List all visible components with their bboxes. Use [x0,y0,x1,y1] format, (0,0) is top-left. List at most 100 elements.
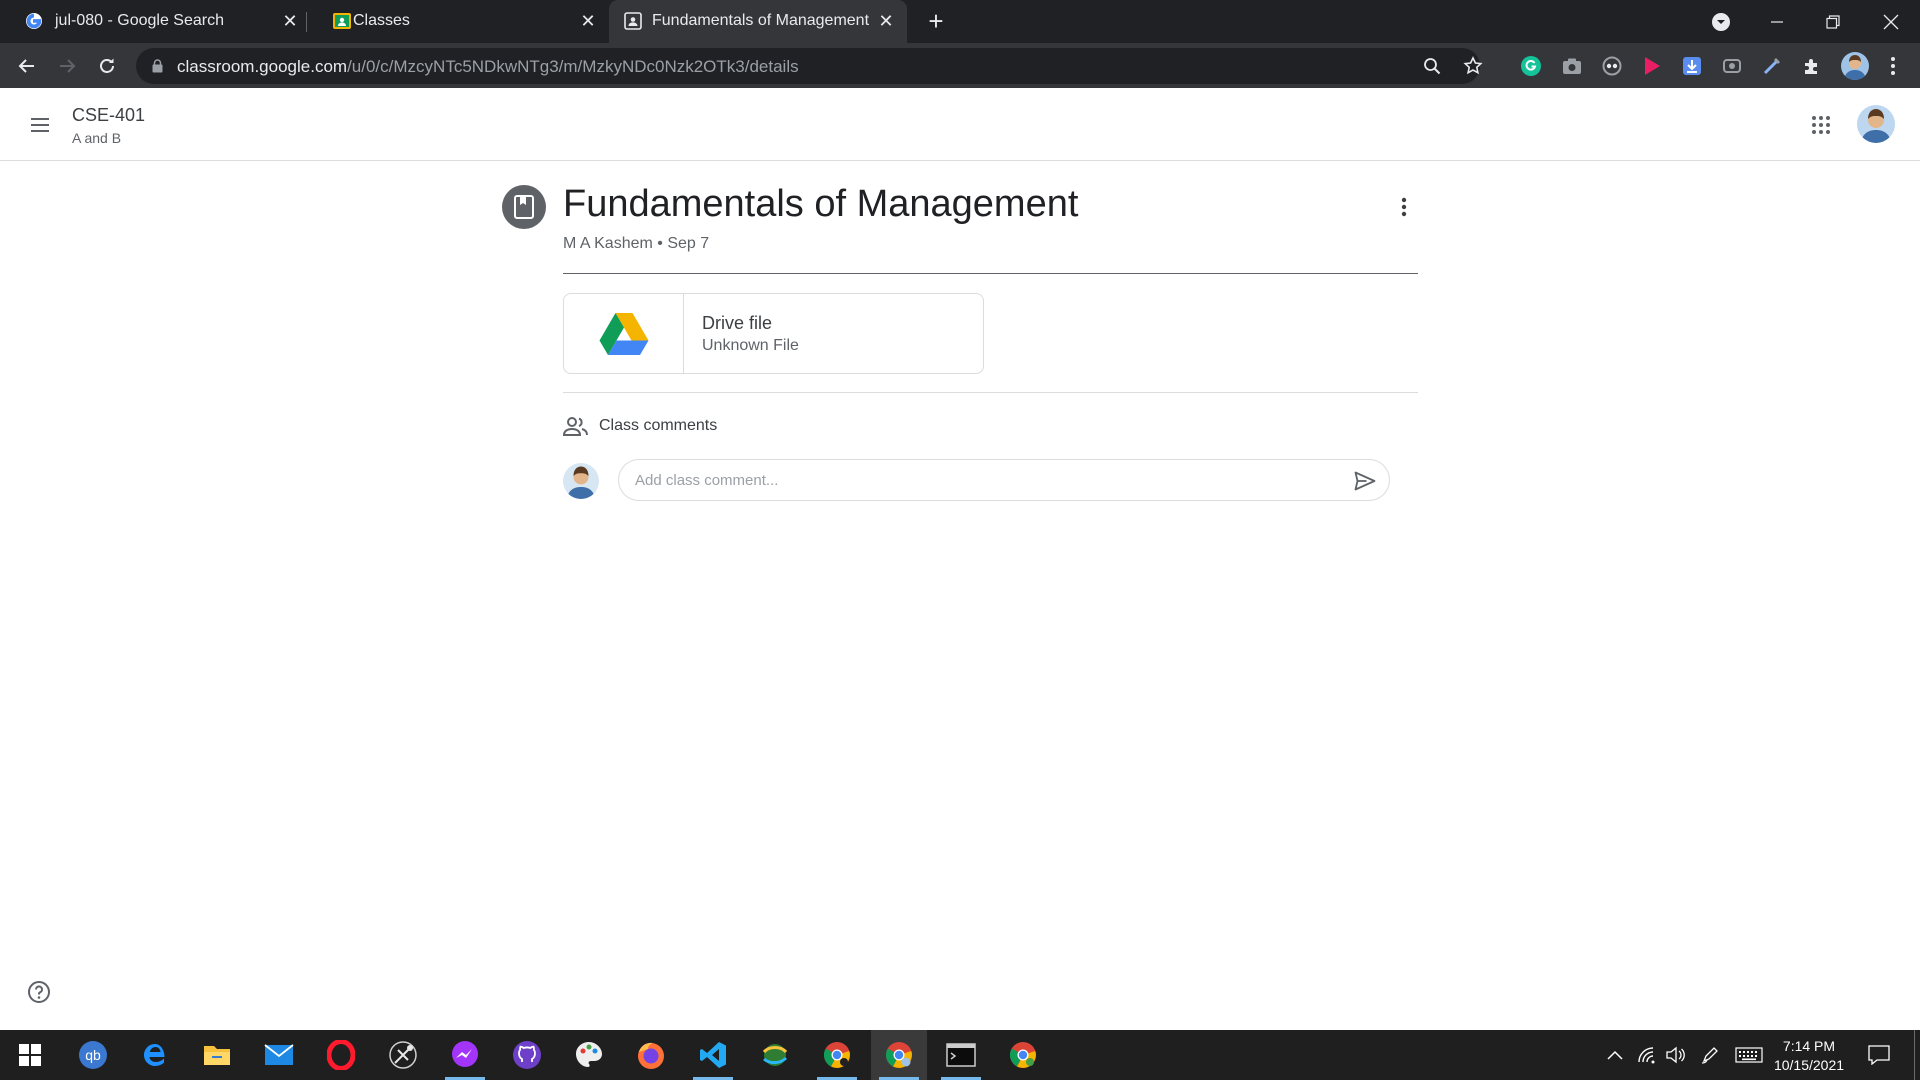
back-button[interactable] [13,52,41,80]
taskbar-terminal[interactable] [933,1030,989,1080]
attachment-subtitle: Unknown File [702,337,799,354]
help-icon[interactable] [27,980,51,1004]
chrome-menu-icon[interactable] [1882,55,1904,77]
screen-extension-icon[interactable] [1721,55,1743,77]
taskbar-chrome-profile-3[interactable] [995,1030,1051,1080]
extensions-puzzle-icon[interactable] [1801,55,1823,77]
attachment-divider [563,392,1418,393]
book-icon [514,195,534,219]
restore-button[interactable] [1808,0,1858,43]
forward-button[interactable] [53,52,81,80]
profile-avatar[interactable] [1841,52,1869,80]
grammarly-extension-icon[interactable] [1520,55,1542,77]
tab-divider [306,12,307,32]
notification-icon [1868,1045,1890,1065]
close-window-button[interactable] [1866,0,1916,43]
minimize-icon [1771,20,1783,23]
tab-fundamentals-of-management[interactable]: Fundamentals of Management ✕ [609,0,907,43]
bookmark-star-icon[interactable] [1463,56,1483,76]
classroom-header: CSE-401 A and B [0,88,1920,161]
send-icon[interactable] [1353,469,1377,493]
satellite-icon [389,1041,417,1069]
taskbar-globe-app[interactable] [747,1030,803,1080]
windows-logo-icon [19,1044,41,1066]
google-drive-icon [599,312,648,355]
taskbar-file-explorer[interactable] [189,1030,245,1080]
chevron-down-icon [1712,12,1730,31]
arrow-right-icon [60,59,76,73]
minimize-button[interactable] [1752,0,1802,43]
class-name[interactable]: CSE-401 [72,105,145,126]
taskbar-edge[interactable] [127,1030,183,1080]
restore-icon [1826,14,1840,29]
close-tab-icon[interactable]: ✕ [875,10,897,32]
user-avatar [563,463,599,499]
color-picker-extension-icon[interactable] [1761,55,1783,77]
start-button[interactable] [2,1030,58,1080]
volume-control[interactable] [1662,1030,1688,1080]
taskbar-firefox[interactable] [623,1030,679,1080]
tab-google-search[interactable]: jul-080 - Google Search ✕ [0,0,305,43]
show-hidden-icons-button[interactable] [1602,1030,1628,1080]
camera-extension-icon[interactable] [1561,55,1583,77]
keyboard-icon [1735,1047,1763,1063]
vpn-extension-icon[interactable] [1601,55,1623,77]
folder-icon [204,1046,230,1065]
taskbar-opera[interactable] [313,1030,369,1080]
classroom-icon [332,11,352,31]
class-comments-header: Class comments [563,414,717,438]
download-extension-icon[interactable] [1681,55,1703,77]
tab-classes[interactable]: Classes ✕ [308,0,608,43]
attachment-title: Drive file [702,313,773,333]
github-icon [513,1041,541,1069]
taskbar-clock[interactable]: 7:14 PM 10/15/2021 [1767,1037,1851,1075]
material-author: M A Kashem [563,235,653,252]
new-tab-button[interactable]: + [923,8,949,35]
firefox-icon [638,1042,664,1069]
taskbar-chrome-profile-1[interactable] [809,1030,865,1080]
pen-workspace-button[interactable] [1697,1030,1723,1080]
taskbar-github-desktop[interactable] [499,1030,555,1080]
tab-search-button[interactable] [1696,0,1746,43]
more-options-button[interactable] [1392,193,1416,221]
taskbar-paint-app[interactable] [561,1030,617,1080]
opera-icon [327,1040,355,1070]
taskbar-vscode[interactable] [685,1030,741,1080]
close-tab-icon[interactable]: ✕ [577,10,599,32]
qbittorrent-icon: qb [79,1041,107,1069]
class-section: A and B [72,130,122,146]
tab-title: jul-080 - Google Search [55,12,224,29]
taskbar-messenger[interactable] [437,1030,493,1080]
network-status[interactable] [1634,1030,1660,1080]
reload-button[interactable] [93,52,121,80]
chrome-icon [885,1042,912,1068]
account-avatar[interactable] [1857,105,1895,143]
google-apps-icon[interactable] [1811,115,1831,135]
google-g-icon [24,11,44,31]
play-extension-icon[interactable] [1641,55,1663,77]
clock-date: 10/15/2021 [1773,1057,1845,1073]
taskbar-mail[interactable] [251,1030,307,1080]
browser-tab-strip: jul-080 - Google Search ✕ Classes ✕ Fund… [0,0,1920,43]
vscode-icon [700,1042,726,1068]
lock-icon [152,59,163,73]
comment-input-box[interactable] [618,459,1390,501]
edge-icon [144,1044,165,1066]
class-comment-input[interactable] [635,468,1335,492]
taskbar-qbittorrent[interactable]: qb [65,1030,121,1080]
close-tab-icon[interactable]: ✕ [279,10,301,32]
touch-keyboard-button[interactable] [1733,1030,1765,1080]
material-title: Fundamentals of Management [563,183,1079,225]
address-bar[interactable]: classroom.google.com/u/0/c/MzcyNTc5NDkwN… [136,48,1483,84]
classroom-material-icon [623,11,643,31]
taskbar-satellite-app[interactable] [375,1030,431,1080]
taskbar-chrome-profile-2[interactable] [871,1030,927,1080]
zoom-icon[interactable] [1423,57,1441,75]
hamburger-menu-icon[interactable] [28,113,52,137]
material-type-icon [502,185,546,229]
attachment-card[interactable]: Drive file Unknown File [563,293,984,374]
terminal-icon [946,1043,976,1067]
action-center-button[interactable] [1864,1030,1894,1080]
url-text: classroom.google.com/u/0/c/MzcyNTc5NDkwN… [177,57,799,77]
show-desktop-button[interactable] [1914,1030,1915,1080]
